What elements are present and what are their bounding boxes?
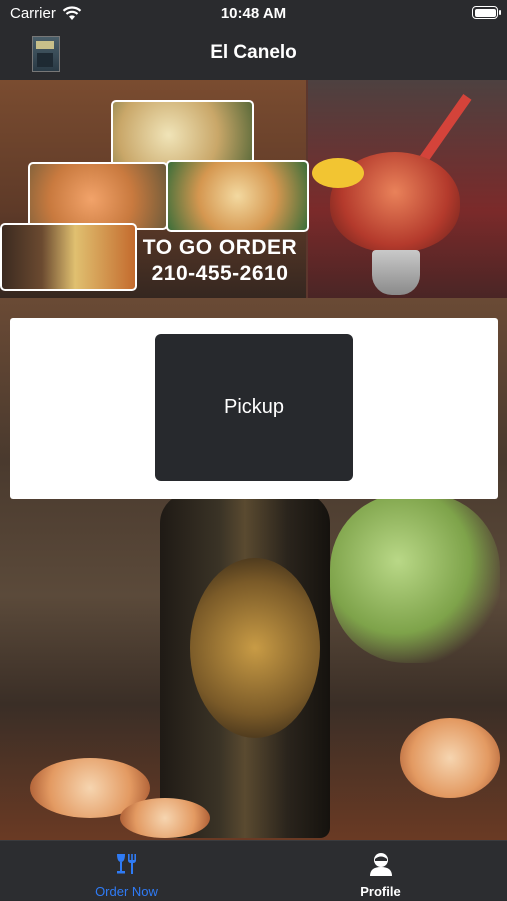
food-photo <box>0 223 137 291</box>
tab-label: Order Now <box>95 884 158 899</box>
glass-stem <box>372 250 420 295</box>
tab-profile[interactable]: Profile <box>254 841 507 901</box>
food-photo <box>166 160 309 232</box>
shrimp <box>120 798 210 838</box>
navigation-bar: El Canelo <box>0 28 507 80</box>
order-type-card: Pickup <box>10 318 498 499</box>
to-go-order-text: TO GO ORDER 210-455-2610 <box>140 235 300 287</box>
status-bar: Carrier 10:48 AM <box>0 0 507 28</box>
food-photo <box>28 162 168 230</box>
utensils-icon <box>116 854 136 874</box>
bottle-label <box>190 558 320 738</box>
phone-number: 210-455-2610 <box>151 262 289 285</box>
shrimp <box>400 718 500 798</box>
clock: 10:48 AM <box>220 5 287 22</box>
lemon-slice <box>312 158 364 188</box>
celery-garnish <box>330 493 500 663</box>
battery-icon <box>472 6 501 19</box>
page-title: El Canelo <box>210 42 297 63</box>
pickup-button[interactable]: Pickup <box>155 334 353 481</box>
to-go-order-heading: TO GO ORDER <box>142 236 298 259</box>
tab-order-now[interactable]: Order Now <box>0 841 253 901</box>
tab-label: Profile <box>360 884 401 899</box>
user-icon <box>369 853 392 876</box>
tab-bar: Order Now Profile <box>0 840 507 900</box>
promo-banner: TO GO ORDER 210-455-2610 <box>0 80 507 298</box>
